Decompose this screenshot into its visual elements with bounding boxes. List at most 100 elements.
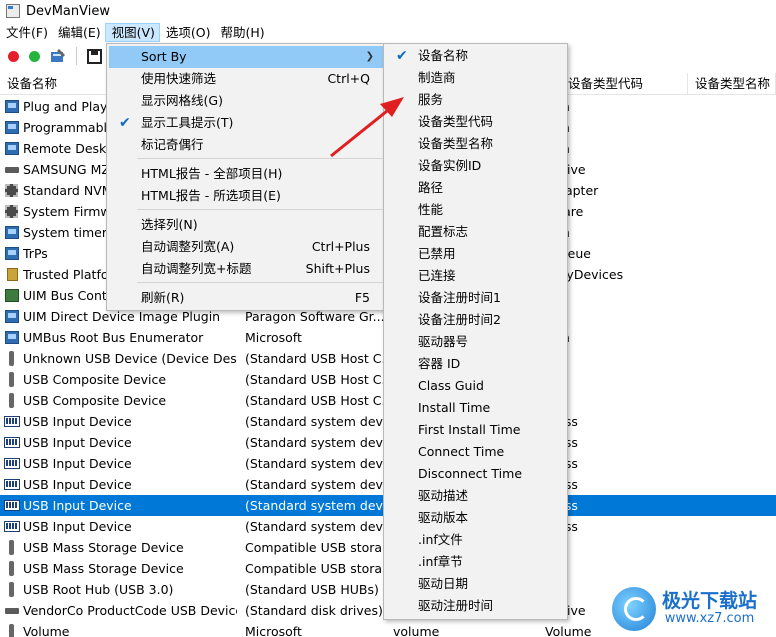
table-cell	[695, 159, 776, 180]
table-cell	[695, 348, 776, 369]
app-icon	[6, 4, 20, 18]
menu-edit[interactable]: 编辑(E)	[52, 23, 105, 42]
sort-option-label: 驱动器号	[418, 334, 469, 349]
table-cell: (Standard system devi...	[245, 456, 383, 471]
sort-option-label: 设备名称	[418, 48, 469, 63]
sort-option-label: 设备类型名称	[418, 136, 494, 151]
view-menu-item[interactable]: 刷新(R) F5	[109, 287, 383, 309]
sort-option[interactable]: 驱动版本	[386, 507, 565, 529]
menu-item-label: HTML报告 - 所选项目(E)	[141, 188, 281, 203]
sort-option[interactable]: ✔ 设备名称	[386, 45, 565, 67]
sort-option[interactable]: 设备类型代码	[386, 111, 565, 133]
menu-bar: 文件(F) 编辑(E) 视图(V) 选项(O) 帮助(H)	[0, 22, 776, 43]
usb-connector-icon	[9, 372, 14, 387]
table-cell	[695, 453, 776, 474]
sort-option-label: Connect Time	[418, 444, 505, 459]
menu-item-label: 显示工具提示(T)	[141, 115, 234, 130]
table-cell	[695, 264, 776, 285]
sort-option[interactable]: 设备注册时间2	[386, 309, 565, 331]
sort-option[interactable]: .inf章节	[386, 551, 565, 573]
table-cell: USB Input Device	[23, 456, 132, 471]
view-menu-item[interactable]: 自动调整列宽(A) Ctrl+Plus	[109, 236, 383, 258]
menu-options[interactable]: 选项(O)	[160, 23, 215, 42]
sort-option[interactable]: 设备注册时间1	[386, 287, 565, 309]
sort-option[interactable]: Disconnect Time	[386, 463, 565, 485]
enable-device-icon[interactable]	[29, 50, 40, 62]
menu-item-shortcut: Shift+Plus	[305, 261, 370, 276]
view-menu-item[interactable]: ✔ 显示工具提示(T)	[109, 112, 383, 134]
table-cell: Microsoft	[245, 624, 302, 637]
view-menu-item[interactable]: 选择列(N)	[109, 214, 383, 236]
sort-option[interactable]: 设备实例ID	[386, 155, 565, 177]
menu-item-label: 使用快速筛选	[141, 71, 217, 86]
view-menu-item[interactable]: 显示网格线(G)	[109, 90, 383, 112]
table-cell: USB Input Device	[23, 477, 132, 492]
sort-option[interactable]: 驱动注册时间	[386, 595, 565, 617]
watermark: 极光下载站 www.xz7.com	[612, 580, 776, 637]
table-cell	[695, 516, 776, 537]
table-cell: (Standard USB HUBs)	[245, 582, 379, 597]
disable-device-icon[interactable]	[8, 50, 19, 62]
table-cell: (Standard system devi...	[245, 519, 383, 534]
menu-file[interactable]: 文件(F)	[0, 23, 52, 42]
table-cell: USB Mass Storage Device	[23, 540, 184, 555]
sort-option-label: 设备注册时间2	[418, 312, 501, 327]
sort-option-label: 驱动版本	[418, 510, 469, 525]
window-title: DevManView	[26, 3, 110, 19]
view-menu-item[interactable]: 使用快速筛选 Ctrl+Q	[109, 68, 383, 90]
table-cell: (Standard disk drives)	[245, 603, 383, 618]
table-cell: Volume	[23, 624, 70, 637]
sort-option-label: 设备注册时间1	[418, 290, 501, 305]
table-cell: (Standard system devi...	[245, 498, 383, 513]
table-cell	[695, 285, 776, 306]
sort-option[interactable]: Connect Time	[386, 441, 565, 463]
sort-option[interactable]: 容器 ID	[386, 353, 565, 375]
sort-option[interactable]: 服务	[386, 89, 565, 111]
sort-option[interactable]: 已禁用	[386, 243, 565, 265]
sort-option-label: 容器 ID	[418, 356, 461, 371]
sort-option[interactable]: 制造商	[386, 67, 565, 89]
print-queue-icon	[5, 247, 19, 260]
sort-option-label: Disconnect Time	[418, 466, 523, 481]
table-cell	[695, 474, 776, 495]
sort-option[interactable]: 路径	[386, 177, 565, 199]
sort-option-label: 路径	[418, 180, 444, 195]
view-menu-item[interactable]: Sort By ❯	[109, 46, 383, 68]
save-icon[interactable]	[87, 48, 102, 64]
column-header-device-type-name[interactable]: 设备类型名称	[688, 73, 776, 95]
table-cell: USB Composite Device	[23, 393, 167, 408]
table-cell: Compatible USB stora...	[245, 561, 383, 576]
sort-option-label: 驱动日期	[418, 576, 469, 591]
sort-option[interactable]: Install Time	[386, 397, 565, 419]
sort-option[interactable]: 设备类型名称	[386, 133, 565, 155]
view-menu: Sort By ❯ 使用快速筛选 Ctrl+Q 显示网格线(G) ✔ 显示工具提示(T) 标记…	[106, 43, 386, 311]
view-menu-item[interactable]: 标记奇偶行	[109, 134, 383, 156]
menu-item-label: 标记奇偶行	[141, 137, 204, 152]
sort-option[interactable]: Class Guid	[386, 375, 565, 397]
view-menu-item[interactable]: HTML报告 - 全部项目(H)	[109, 163, 383, 185]
table-cell: Microsoft	[245, 330, 302, 345]
sort-option[interactable]: 配置标志	[386, 221, 565, 243]
sort-option[interactable]: 性能	[386, 199, 565, 221]
sort-option[interactable]: 驱动日期	[386, 573, 565, 595]
system-device-icon	[5, 121, 19, 134]
sort-option[interactable]: 驱动描述	[386, 485, 565, 507]
table-cell: VendorCo ProductCode USB Device	[23, 603, 237, 618]
view-menu-item[interactable]: HTML报告 - 所选项目(E)	[109, 185, 383, 207]
sort-option-label: 性能	[418, 202, 444, 217]
menu-help[interactable]: 帮助(H)	[215, 23, 269, 42]
table-cell	[695, 432, 776, 453]
table-cell	[695, 96, 776, 117]
sort-option[interactable]: 驱动器号	[386, 331, 565, 353]
table-cell: USB Input Device	[23, 519, 132, 534]
menu-separator	[137, 158, 383, 159]
menu-view[interactable]: 视图(V)	[104, 23, 160, 42]
properties-icon[interactable]	[50, 48, 66, 64]
sort-option[interactable]: .inf文件	[386, 529, 565, 551]
sort-option-label: Install Time	[418, 400, 491, 415]
sort-option[interactable]: 已连接	[386, 265, 565, 287]
sort-option-label: 驱动描述	[418, 488, 469, 503]
view-menu-item[interactable]: 自动调整列宽+标题 Shift+Plus	[109, 258, 383, 280]
menu-separator	[137, 209, 383, 210]
sort-option[interactable]: First Install Time	[386, 419, 565, 441]
